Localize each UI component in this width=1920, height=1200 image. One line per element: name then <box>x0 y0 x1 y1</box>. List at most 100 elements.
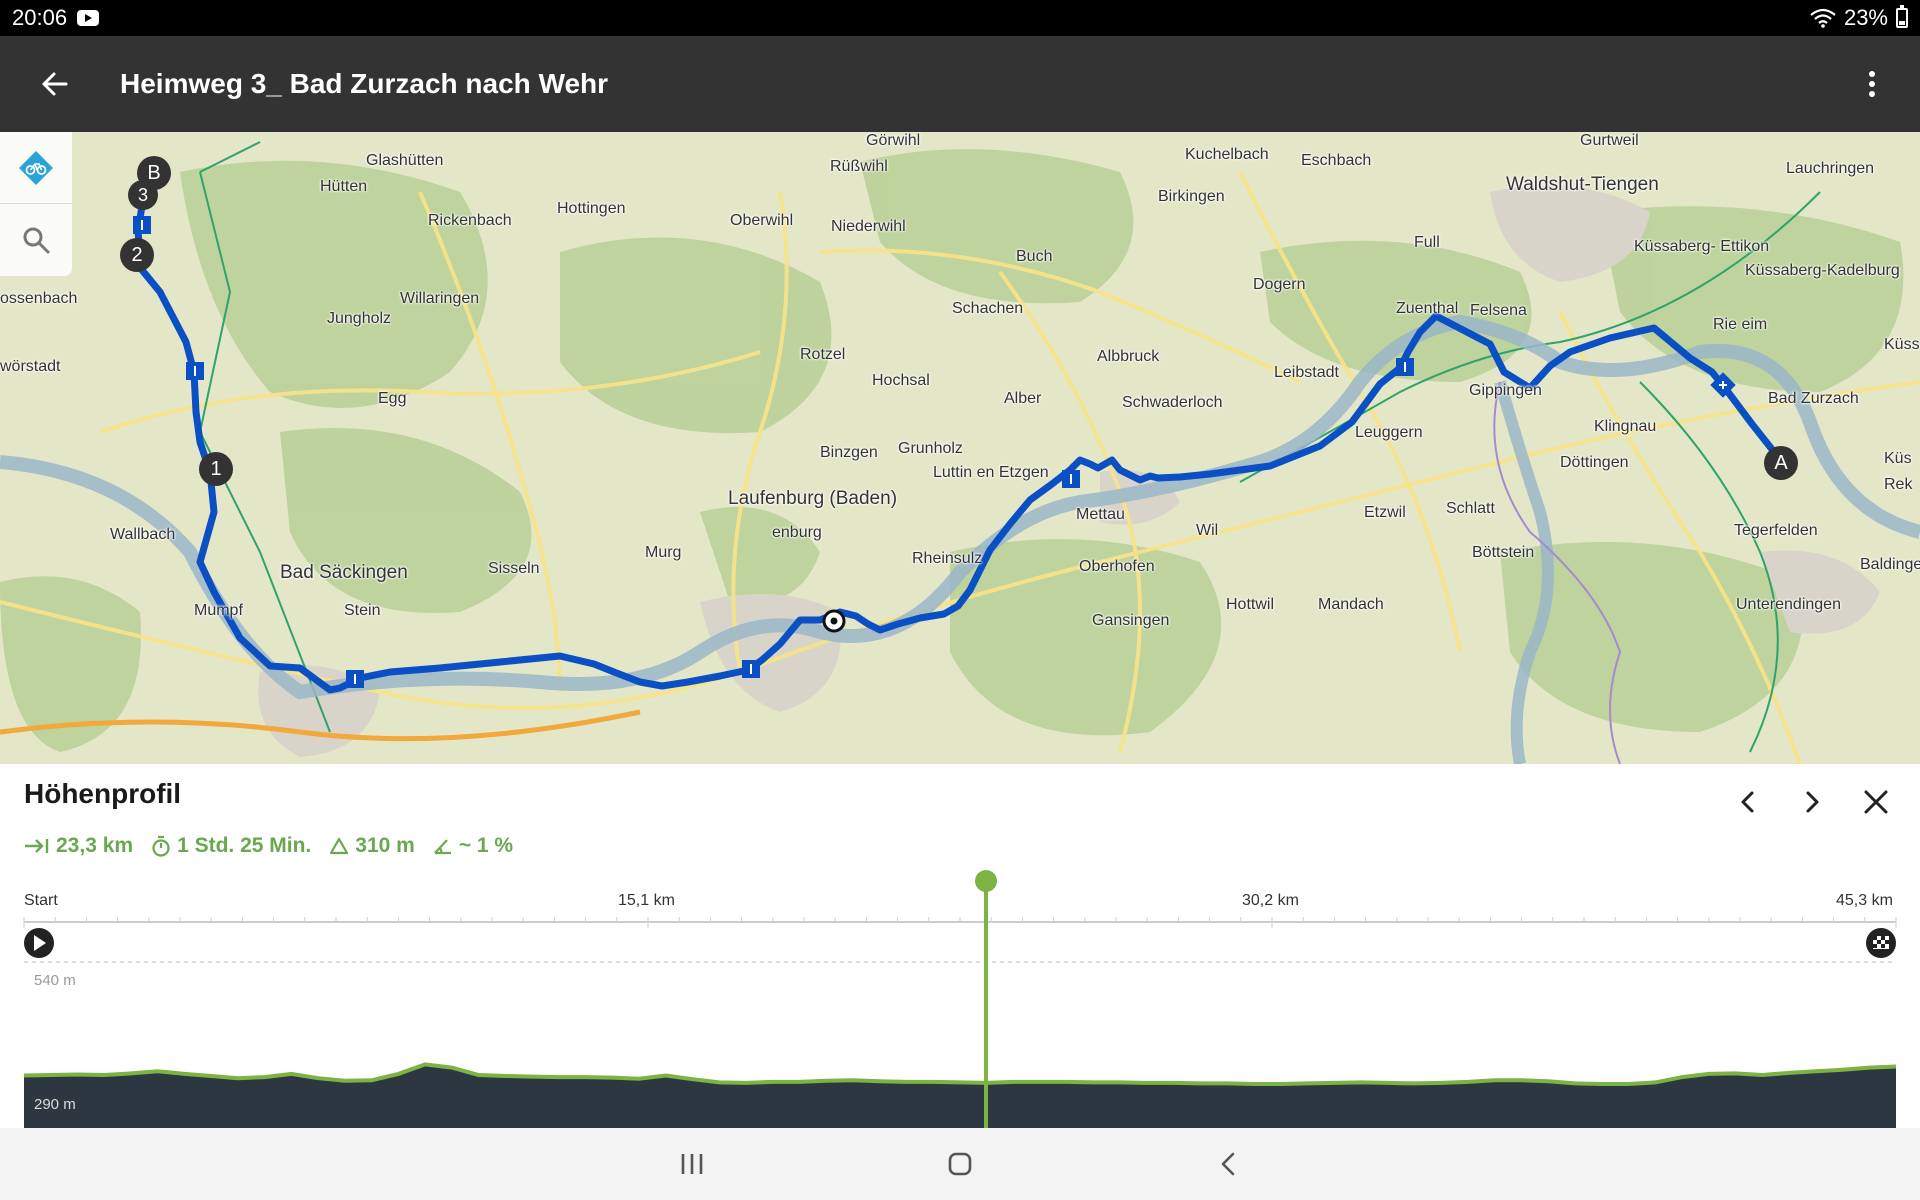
place-label: Mettau <box>1076 506 1125 523</box>
stopwatch-icon <box>152 835 170 857</box>
place-label: Dogern <box>1253 276 1306 293</box>
chevron-right-icon <box>1806 791 1819 813</box>
place-label: Rickenbach <box>428 212 512 229</box>
place-label: Niederwihl <box>831 218 906 235</box>
axis-label-start: Start <box>24 892 58 909</box>
system-back-button[interactable] <box>1200 1136 1256 1192</box>
app-bar: Heimweg 3_ Bad Zurzach nach Wehr <box>0 36 1920 132</box>
more-vert-icon <box>1869 71 1875 97</box>
place-label: Leibstadt <box>1274 364 1339 381</box>
elevation-max-label: 540 m <box>34 972 76 989</box>
place-label: Görwihl <box>866 132 921 149</box>
next-button[interactable] <box>1788 778 1836 826</box>
battery-level <box>1899 21 1905 25</box>
place-label: Rüßwihl <box>830 158 888 175</box>
place-label: Rek <box>1884 476 1913 493</box>
axis-label-30km: 30,2 km <box>1242 892 1299 909</box>
place-label: Küs <box>1884 450 1912 467</box>
place-label: Felsena <box>1470 302 1527 319</box>
search-button[interactable] <box>0 204 72 276</box>
place-label: Rheinsulz <box>912 550 983 567</box>
more-options-button[interactable] <box>1848 54 1896 114</box>
panel-nav <box>1724 778 1900 826</box>
waypoint-marker-3[interactable]: 3 <box>128 180 158 210</box>
place-label: Hottwil <box>1226 596 1275 613</box>
distance-icon <box>25 839 49 853</box>
place-label: Küssaberg- Ettikon <box>1634 238 1770 255</box>
stat-distance: 23,3 km <box>24 834 133 858</box>
place-label: Döttingen <box>1560 454 1629 471</box>
place-label: Etzwil <box>1364 504 1406 521</box>
place-label: enburg <box>772 524 822 541</box>
place-label: Hütten <box>320 178 368 195</box>
stat-ascent: 310 m <box>329 834 415 858</box>
place-label: Rotzel <box>800 346 846 363</box>
place-label: Eschbach <box>1301 152 1372 169</box>
place-label: Waldshut-Tiengen <box>1506 174 1659 195</box>
place-label: Albbruck <box>1097 348 1160 365</box>
close-icon <box>1864 790 1888 814</box>
elevation-profile-chart[interactable] <box>0 914 1920 1128</box>
stat-gradient-value: ~ 1 % <box>458 834 514 857</box>
place-label: Grunholz <box>898 440 963 457</box>
place-label: Hochsal <box>872 372 930 389</box>
chevron-left-icon <box>1741 791 1754 813</box>
position-cursor-handle[interactable] <box>975 870 998 892</box>
place-label: wörstadt <box>0 358 61 375</box>
route-start-marker[interactable]: A <box>1764 446 1798 480</box>
place-label: Murg <box>645 544 682 561</box>
place-label: Gippingen <box>1469 382 1542 399</box>
place-label: Unterendingen <box>1736 596 1841 613</box>
back-icon <box>1221 1152 1235 1176</box>
place-label: Schlatt <box>1446 500 1495 517</box>
ascent-triangle-icon <box>330 837 349 855</box>
place-label: Luttin en Etzgen <box>933 464 1049 481</box>
place-label: Mandach <box>1318 596 1384 613</box>
place-label: Oberhofen <box>1079 558 1155 575</box>
place-label: Schwaderloch <box>1122 394 1223 411</box>
place-label: Sisseln <box>488 560 540 577</box>
place-label: ossenbach <box>0 290 78 307</box>
waypoint-marker-2[interactable]: 2 <box>120 238 154 272</box>
place-label: Buch <box>1016 248 1053 265</box>
axis-label-end: 45,3 km <box>1836 892 1893 909</box>
back-button[interactable] <box>24 54 84 114</box>
place-label: Baldinge <box>1860 556 1920 573</box>
start-flag-icon <box>24 928 54 958</box>
stat-duration-value: 1 Std. 25 Min. <box>177 834 312 857</box>
close-button[interactable] <box>1852 778 1900 826</box>
profile-area <box>24 1064 1896 1128</box>
place-label: Schachen <box>952 300 1024 317</box>
place-label: Tegerfelden <box>1734 522 1818 539</box>
place-label: Willaringen <box>400 290 480 307</box>
place-label: Küssaberg-Kadelburg <box>1745 262 1900 279</box>
place-label: Stein <box>344 602 381 619</box>
waypoint-marker-1[interactable]: 1 <box>199 452 233 486</box>
stat-distance-value: 23,3 km <box>56 834 134 857</box>
map-controls <box>0 132 72 276</box>
status-right: 23% <box>1810 5 1908 31</box>
previous-button[interactable] <box>1724 778 1772 826</box>
place-label: Gurtweil <box>1580 132 1639 149</box>
finish-flag-icon <box>1866 928 1896 958</box>
place-label: Wil <box>1196 522 1219 539</box>
status-time: 20:06 <box>12 5 68 30</box>
place-label: Oberwihl <box>730 212 794 229</box>
elevation-min-label: 290 m <box>34 1096 76 1113</box>
map-view[interactable]: A B 1 2 3 Görwihl Gurtweil Glashütten Kuche… <box>0 132 1920 764</box>
page-title: Heimweg 3_ Bad Zurzach nach Wehr <box>120 68 609 99</box>
place-label: Hottingen <box>557 200 626 217</box>
elevation-panel: Höhenprofil 23,3 km 1 Std. 25 Min. 310 m… <box>0 764 1920 1128</box>
place-label: Wallbach <box>110 526 176 543</box>
home-button[interactable] <box>932 1136 988 1192</box>
place-label: Zuenthal <box>1396 300 1459 317</box>
recents-button[interactable] <box>664 1136 720 1192</box>
position-cursor[interactable] <box>984 880 989 1128</box>
place-label: Laufenburg (Baden) <box>728 488 898 509</box>
youtube-notification-icon <box>77 10 100 26</box>
route-stats: 23,3 km 1 Std. 25 Min. 310 m ~ 1 % <box>24 834 513 858</box>
place-label: Klingnau <box>1594 418 1657 435</box>
place-label: Böttstein <box>1472 544 1535 561</box>
bike-route-button[interactable] <box>0 132 72 204</box>
axis-label-15km: 15,1 km <box>618 892 675 909</box>
